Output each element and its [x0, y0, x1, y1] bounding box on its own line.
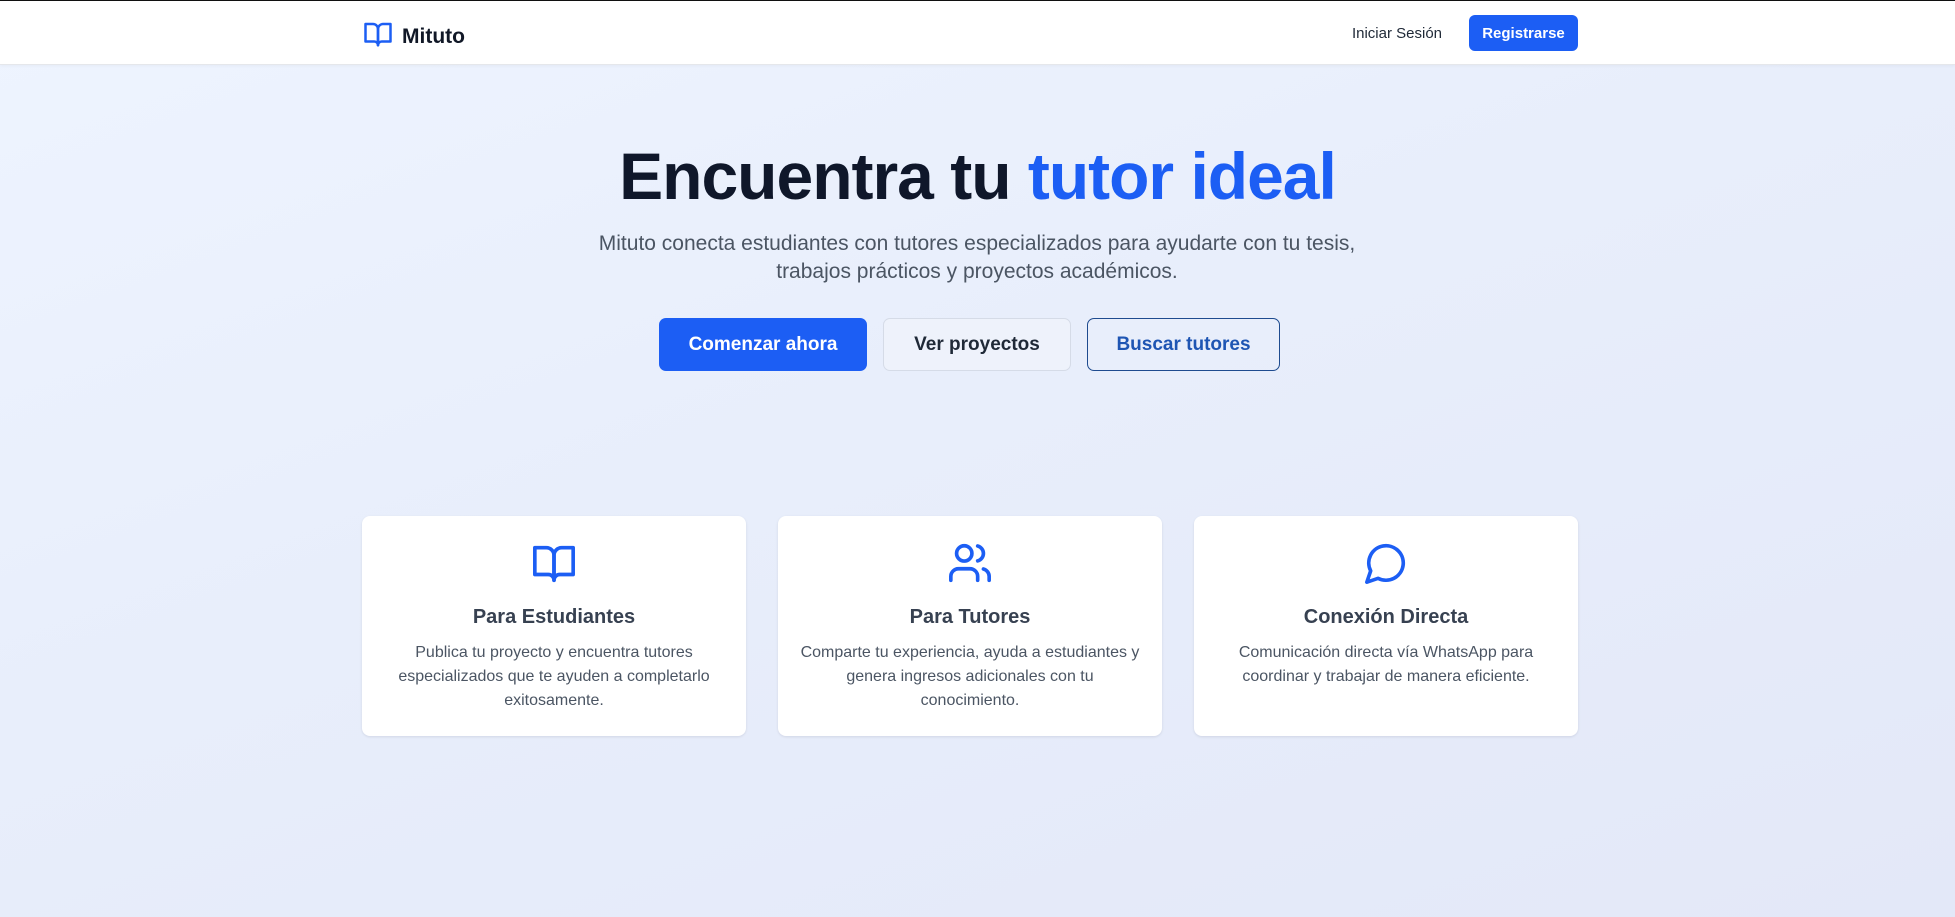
hero-title-main: Encuentra tu	[619, 139, 1028, 213]
brand-logo[interactable]: Mituto	[362, 19, 465, 54]
top-navbar: Mituto Iniciar Sesión Registrarse	[0, 1, 1955, 65]
hero-title-accent: tutor ideal	[1027, 139, 1337, 213]
users-icon	[945, 540, 995, 586]
view-projects-button[interactable]: Ver proyectos	[883, 318, 1071, 371]
hero-title: Encuentra tu tutor ideal	[0, 138, 1955, 214]
feature-card-tutors: Para Tutores Comparte tu experiencia, ay…	[778, 516, 1162, 736]
message-circle-icon	[1361, 540, 1411, 586]
start-now-button[interactable]: Comenzar ahora	[659, 318, 867, 371]
hero-subtitle: Mituto conecta estudiantes con tutores e…	[598, 232, 1356, 283]
feature-card-connection: Conexión Directa Comunicación directa ví…	[1194, 516, 1578, 736]
login-link[interactable]: Iniciar Sesión	[1340, 15, 1454, 51]
register-button[interactable]: Registrarse	[1469, 15, 1578, 51]
feature-title: Para Tutores	[909, 606, 1031, 628]
brand-name: Mituto	[402, 24, 465, 48]
feature-description: Publica tu proyecto y encuentra tutores …	[398, 644, 710, 709]
search-tutors-button[interactable]: Buscar tutores	[1087, 318, 1280, 371]
feature-title: Para Estudiantes	[472, 606, 636, 628]
feature-title: Conexión Directa	[1303, 606, 1469, 628]
book-open-icon	[362, 19, 394, 54]
feature-description: Comparte tu experiencia, ayuda a estudia…	[800, 644, 1140, 709]
feature-description: Comunicación directa vía WhatsApp para c…	[1238, 644, 1534, 685]
book-open-icon	[529, 540, 579, 586]
feature-card-students: Para Estudiantes Publica tu proyecto y e…	[362, 516, 746, 736]
